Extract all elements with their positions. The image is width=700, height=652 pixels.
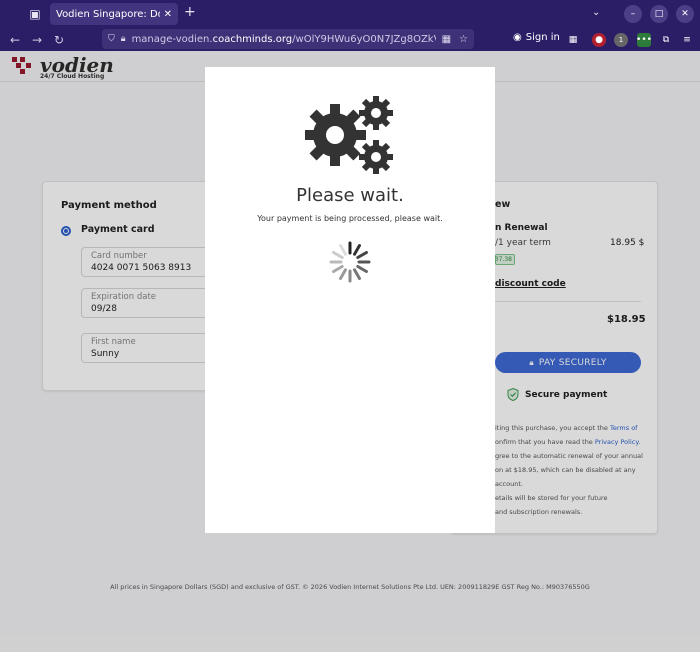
extension-green-icon[interactable]: ••• [636,33,652,47]
window-controls: – □ ✕ [624,5,694,23]
extension-badge-icon[interactable]: 1 [614,33,628,47]
sign-in-button[interactable]: ◉ Sign in [513,32,560,43]
account-icon: ◉ [513,32,522,43]
close-window-icon[interactable]: ✕ [676,5,694,23]
qr-code-icon[interactable]: ▦ [442,34,451,45]
nav-bar: ← → ↻ ⛉ 🔒︎ manage-vodien.coachminds.org/… [0,28,700,51]
lock-icon[interactable]: 🔒︎ [121,34,126,44]
chevron-down-icon[interactable]: ⌄ [592,7,600,18]
shield-icon[interactable]: ⛉ [108,34,115,44]
close-icon[interactable]: ✕ [164,9,172,20]
url-text: manage-vodien.coachminds.org/wOlY9HWu6yO… [131,33,436,45]
ublock-icon[interactable]: ● [592,33,606,47]
forward-icon[interactable]: → [26,33,48,47]
reload-icon[interactable]: ↻ [48,33,70,47]
bookmark-star-icon[interactable]: ☆ [459,34,468,45]
gears-icon [305,96,393,174]
tab-overview-icon[interactable]: ▣ [22,4,48,24]
processing-message: Your payment is being processed, please … [257,214,443,223]
minimize-icon[interactable]: – [624,5,642,23]
tab-title: Vodien Singapore: Domain N [56,8,160,20]
processing-modal: Please wait. Your payment is being proce… [205,67,495,533]
new-tab-icon[interactable]: + [184,4,196,20]
url-bar[interactable]: ⛉ 🔒︎ manage-vodien.coachminds.org/wOlY9H… [102,29,474,49]
maximize-icon[interactable]: □ [650,5,668,23]
extensions-grid-icon[interactable]: ▦ [566,33,580,47]
menu-icon[interactable]: ≡ [680,33,694,47]
puzzle-icon[interactable]: ⧉ [659,33,673,47]
loading-spinner-icon [329,241,371,283]
please-wait-title: Please wait. [296,185,404,206]
browser-tab[interactable]: Vodien Singapore: Domain N ✕ [50,3,178,25]
back-icon[interactable]: ← [4,33,26,47]
